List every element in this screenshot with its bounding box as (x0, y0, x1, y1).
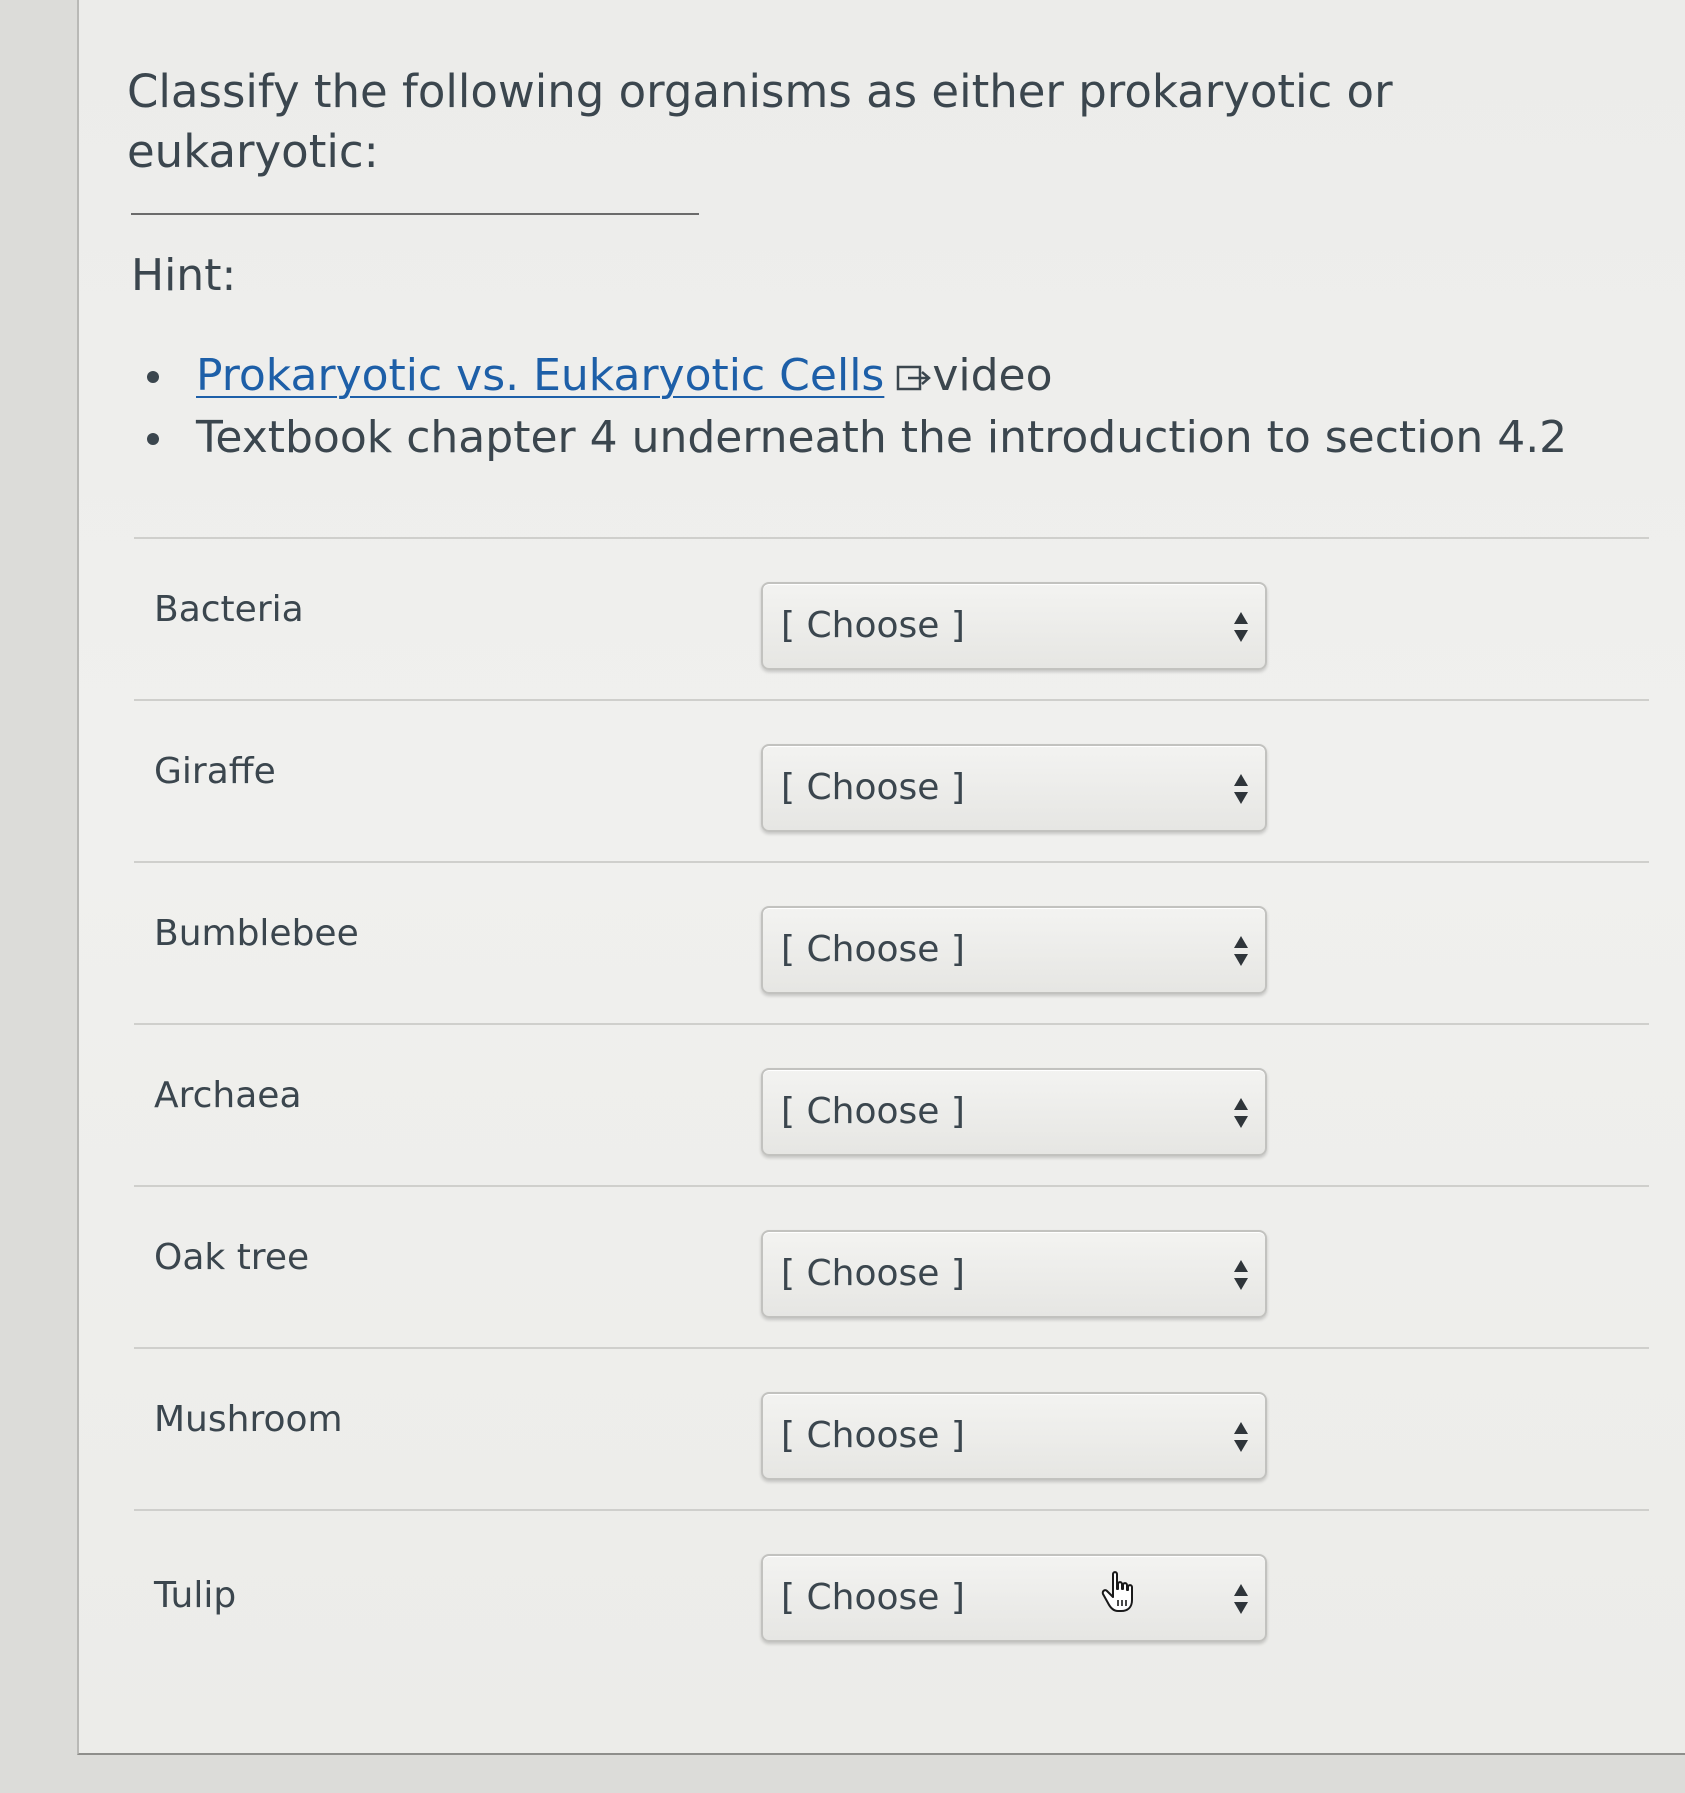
organism-list: Bacteria [ Choose ] Giraffe [ Choose ] B… (134, 537, 1649, 1671)
video-suffix: video (932, 350, 1053, 401)
video-link[interactable]: Prokaryotic vs. Eukaryotic Cells (196, 350, 884, 401)
organism-row-giraffe: Giraffe [ Choose ] (134, 699, 1649, 861)
select-value: [ Choose ] (781, 929, 965, 970)
hand-pointer-icon (1101, 1571, 1133, 1612)
hint-item-textbook: Textbook chapter 4 underneath the introd… (131, 407, 1567, 469)
organism-label: Mushroom (154, 1399, 343, 1440)
bullet-icon (147, 371, 159, 383)
classification-select-giraffe[interactable]: [ Choose ] (761, 744, 1267, 832)
classification-select-tulip[interactable]: [ Choose ] (761, 1554, 1267, 1642)
select-value: [ Choose ] (781, 1415, 965, 1456)
select-value: [ Choose ] (781, 605, 965, 646)
classification-select-archaea[interactable]: [ Choose ] (761, 1068, 1267, 1156)
hint-label: Hint: (131, 250, 237, 301)
classification-select-oak-tree[interactable]: [ Choose ] (761, 1230, 1267, 1318)
textbook-hint-text: Textbook chapter 4 underneath the introd… (196, 412, 1568, 463)
organism-row-tulip: Tulip [ Choose ] (134, 1509, 1649, 1671)
organism-label: Bacteria (154, 589, 304, 630)
organism-label: Oak tree (154, 1237, 310, 1278)
select-value: [ Choose ] (781, 1577, 965, 1618)
organism-row-mushroom: Mushroom [ Choose ] (134, 1347, 1649, 1509)
classification-select-bacteria[interactable]: [ Choose ] (761, 582, 1267, 670)
up-down-arrows-icon (1234, 1098, 1248, 1128)
up-down-arrows-icon (1234, 1584, 1248, 1614)
organism-label: Archaea (154, 1075, 302, 1116)
select-value: [ Choose ] (781, 1091, 965, 1132)
organism-row-oak-tree: Oak tree [ Choose ] (134, 1185, 1649, 1347)
organism-row-bacteria: Bacteria [ Choose ] (134, 537, 1649, 699)
organism-label: Bumblebee (154, 913, 359, 954)
up-down-arrows-icon (1234, 936, 1248, 966)
hint-item-video: Prokaryotic vs. Eukaryotic Cells video (131, 345, 1567, 407)
up-down-arrows-icon (1234, 612, 1248, 642)
classification-select-bumblebee[interactable]: [ Choose ] (761, 906, 1267, 994)
select-value: [ Choose ] (781, 767, 965, 808)
question-text: Classify the following organisms as eith… (127, 65, 1393, 178)
organism-row-archaea: Archaea [ Choose ] (134, 1023, 1649, 1185)
bullet-icon (147, 433, 159, 445)
organism-label: Giraffe (154, 751, 276, 792)
question-divider (131, 213, 699, 215)
select-value: [ Choose ] (781, 1253, 965, 1294)
classification-select-mushroom[interactable]: [ Choose ] (761, 1392, 1267, 1480)
organism-row-bumblebee: Bumblebee [ Choose ] (134, 861, 1649, 1023)
quiz-question-panel: Classify the following organisms as eith… (77, 0, 1685, 1755)
up-down-arrows-icon (1234, 1260, 1248, 1290)
organism-label: Tulip (154, 1575, 237, 1616)
external-link-icon (897, 365, 932, 391)
up-down-arrows-icon (1234, 1422, 1248, 1452)
hint-list: Prokaryotic vs. Eukaryotic Cells video T… (131, 345, 1567, 469)
up-down-arrows-icon (1234, 774, 1248, 804)
